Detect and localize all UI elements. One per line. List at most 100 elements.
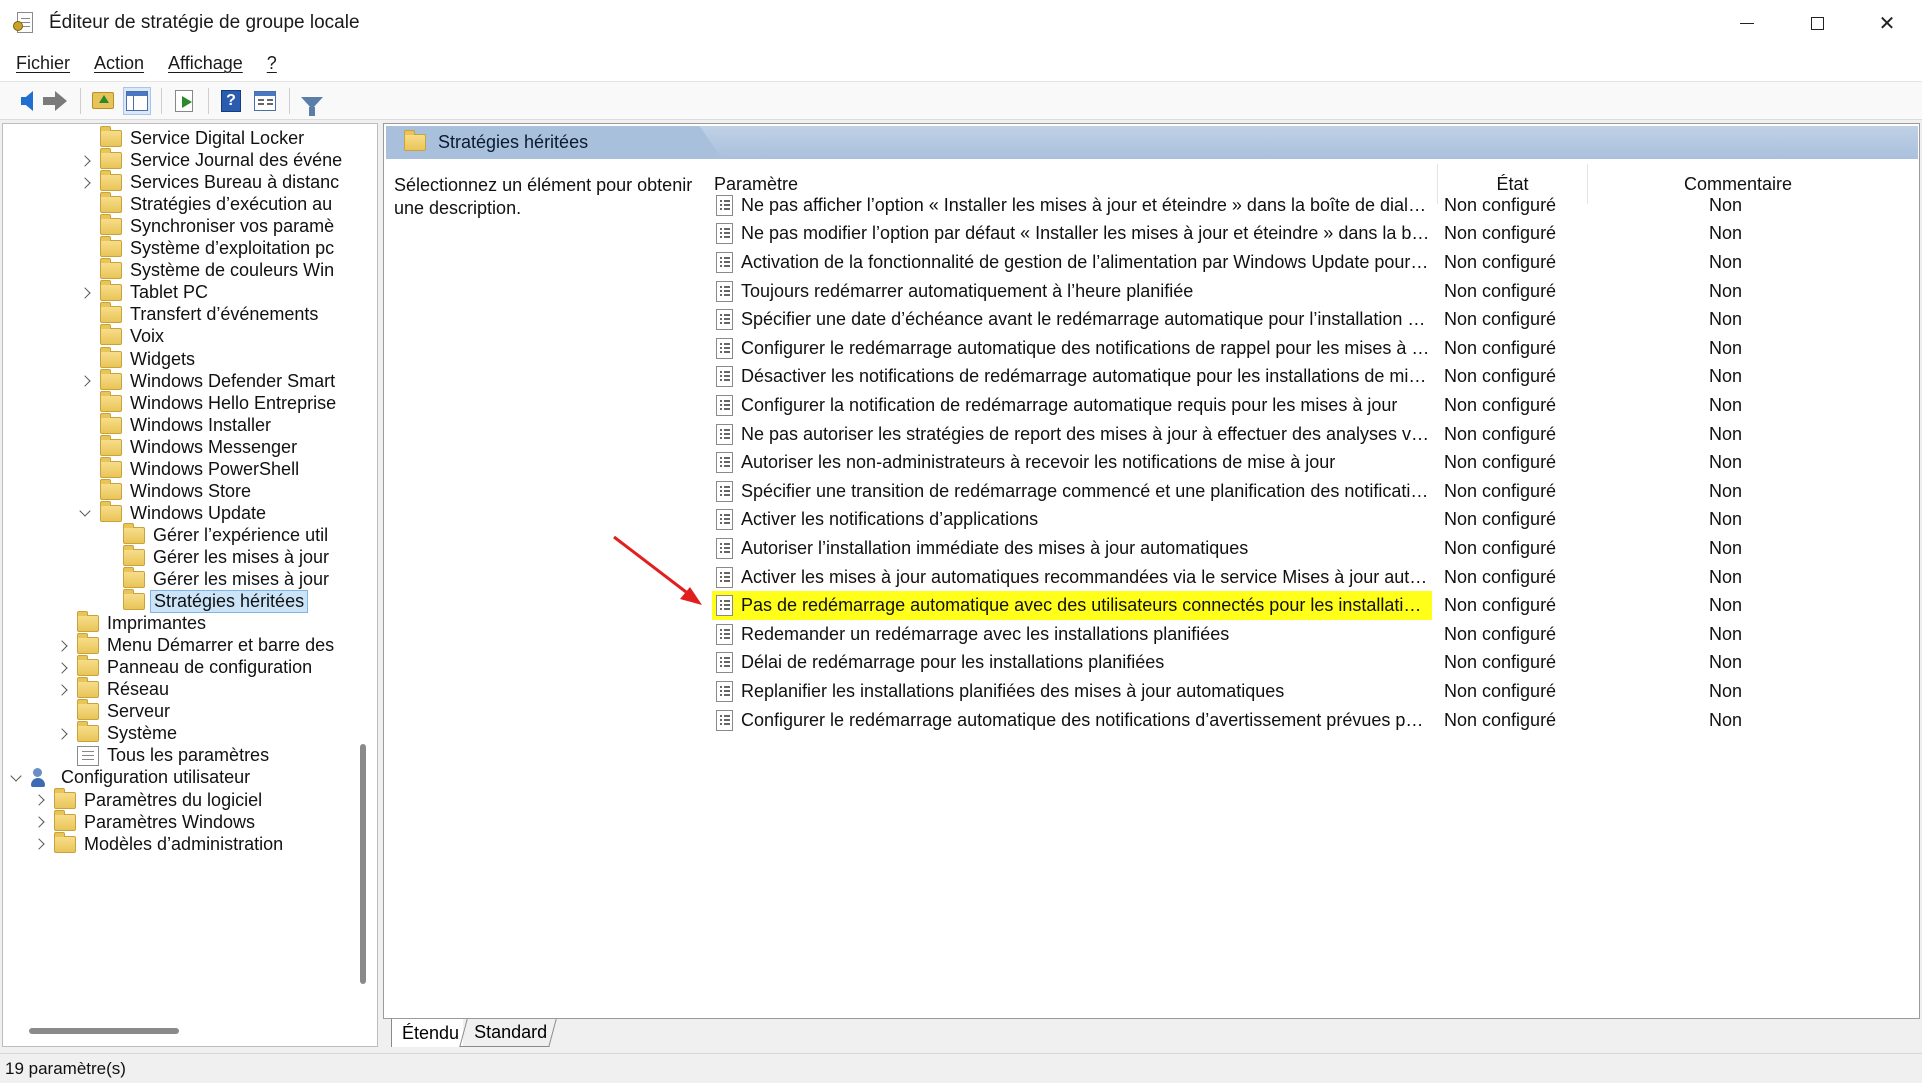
extended-view-button[interactable]: [251, 87, 279, 115]
back-button[interactable]: [8, 87, 36, 115]
cell-parametre[interactable]: Autoriser les non-administrateurs à rece…: [712, 448, 1432, 477]
chevron-right-icon[interactable]: [79, 375, 91, 387]
table-row[interactable]: Spécifier une transition de redémarrage …: [708, 477, 1908, 506]
tree-item[interactable]: Modèles d’administration: [54, 831, 283, 858]
menu-fichier[interactable]: Fichier: [8, 53, 78, 74]
cell-etat: Non configuré: [1444, 480, 1557, 501]
tree-item-label: Système de couleurs Win: [130, 260, 335, 281]
tree-item-label: Windows PowerShell: [130, 458, 300, 479]
table-row[interactable]: Ne pas modifier l’option par défaut « In…: [708, 220, 1908, 249]
export-list-button[interactable]: [170, 87, 198, 115]
table-row[interactable]: Désactiver les notifications de redémarr…: [708, 363, 1908, 392]
cell-parametre[interactable]: Ne pas afficher l’option « Installer les…: [712, 191, 1432, 220]
cell-parametre[interactable]: Configurer la notification de redémarrag…: [712, 391, 1432, 420]
cell-parametre[interactable]: Configurer le redémarrage automatique de…: [712, 706, 1432, 735]
status-bar: 19 paramètre(s): [0, 1053, 1922, 1083]
table-row[interactable]: Configurer le redémarrage automatique de…: [708, 334, 1908, 363]
folder-icon: [77, 677, 99, 699]
cell-commentaire: Non: [1709, 366, 1743, 387]
table-row[interactable]: Redemander un redémarrage avec les insta…: [708, 620, 1908, 649]
table-row[interactable]: Activation de la fonctionnalité de gesti…: [708, 248, 1908, 277]
chevron-right-icon[interactable]: [56, 684, 68, 696]
chevron-right-icon[interactable]: [79, 287, 91, 299]
setting-name: Ne pas afficher l’option « Installer les…: [741, 194, 1431, 215]
cell-parametre[interactable]: Toujours redémarrer automatiquement à l’…: [712, 277, 1432, 306]
policy-setting-icon: [716, 194, 733, 216]
cell-parametre[interactable]: Activer les mises à jour automatiques re…: [712, 563, 1432, 592]
cell-commentaire: Non: [1709, 223, 1743, 244]
cell-parametre[interactable]: Spécifier une date d’échéance avant le r…: [712, 305, 1432, 334]
policy-setting-icon: [716, 337, 733, 359]
users-icon: [31, 767, 53, 788]
table-row[interactable]: Ne pas autoriser les stratégies de repor…: [708, 420, 1908, 449]
folder-icon: [100, 214, 122, 236]
setting-name: Pas de redémarrage automatique avec des …: [741, 595, 1431, 616]
chevron-down-icon[interactable]: [79, 507, 91, 519]
cell-parametre[interactable]: Configurer le redémarrage automatique de…: [712, 334, 1432, 363]
show-hide-tree-button[interactable]: [123, 86, 151, 115]
gpedit-app-icon: [13, 11, 35, 35]
maximize-button[interactable]: [1782, 0, 1852, 46]
table-row[interactable]: Ne pas afficher l’option « Installer les…: [708, 191, 1908, 220]
policy-setting-icon: [716, 680, 733, 702]
cell-parametre[interactable]: Désactiver les notifications de redémarr…: [712, 363, 1432, 392]
forward-button[interactable]: [42, 87, 70, 115]
cell-parametre[interactable]: Spécifier une transition de redémarrage …: [712, 477, 1432, 506]
policy-setting-icon: [716, 623, 733, 645]
menu-bar: Fichier Action Affichage ?: [0, 46, 1922, 81]
menu-help[interactable]: ?: [259, 53, 285, 74]
folder-icon: [100, 192, 122, 214]
chevron-right-icon[interactable]: [56, 728, 68, 740]
tree-horizontal-scrollbar[interactable]: [29, 1028, 179, 1034]
table-row[interactable]: Délai de redémarrage pour les installati…: [708, 649, 1908, 678]
chevron-down-icon[interactable]: [10, 772, 22, 784]
chevron-right-icon[interactable]: [56, 640, 68, 652]
tree-item-label: Voix: [130, 326, 165, 347]
folder-icon: [54, 787, 76, 809]
filter-button[interactable]: [298, 87, 326, 116]
setting-name: Autoriser les non-administrateurs à rece…: [741, 452, 1336, 473]
table-row[interactable]: Pas de redémarrage automatique avec des …: [708, 591, 1908, 620]
menu-affichage[interactable]: Affichage: [160, 53, 251, 74]
help-button[interactable]: ?: [217, 87, 245, 115]
table-row[interactable]: Autoriser l’installation immédiate des m…: [708, 534, 1908, 563]
table-row[interactable]: Configurer le redémarrage automatique de…: [708, 706, 1908, 735]
up-one-level-button[interactable]: [89, 87, 117, 115]
table-row[interactable]: Replanifier les installations planifiées…: [708, 677, 1908, 706]
chevron-right-icon[interactable]: [33, 838, 45, 850]
minimize-button[interactable]: [1712, 0, 1782, 46]
chevron-right-icon[interactable]: [33, 794, 45, 806]
chevron-right-icon[interactable]: [56, 662, 68, 674]
tree-item-label: Widgets: [130, 348, 196, 369]
tree-item-label: Windows Update: [130, 502, 267, 523]
setting-name: Ne pas modifier l’option par défaut « In…: [741, 223, 1431, 244]
cell-parametre[interactable]: Ne pas modifier l’option par défaut « In…: [712, 220, 1432, 249]
cell-parametre[interactable]: Délai de redémarrage pour les installati…: [712, 649, 1432, 678]
table-row[interactable]: Autoriser les non-administrateurs à rece…: [708, 448, 1908, 477]
chevron-right-icon[interactable]: [79, 155, 91, 167]
navigation-tree[interactable]: Service Digital Locker Service Journal de…: [2, 123, 378, 1047]
cell-parametre[interactable]: Pas de redémarrage automatique avec des …: [712, 591, 1432, 620]
table-row[interactable]: Activer les notifications d’applications…: [708, 506, 1908, 535]
close-button[interactable]: ✕: [1852, 0, 1922, 46]
cell-parametre[interactable]: Replanifier les installations planifiées…: [712, 677, 1432, 706]
chevron-right-icon[interactable]: [79, 177, 91, 189]
tab-etendu[interactable]: Étendu: [391, 1019, 463, 1047]
cell-parametre[interactable]: Activation de la fonctionnalité de gesti…: [712, 248, 1432, 277]
tab-standard[interactable]: Standard: [459, 1019, 557, 1047]
cell-commentaire: Non: [1709, 623, 1743, 644]
tree-item-label: Stratégies d’exécution au: [130, 194, 333, 215]
cell-parametre[interactable]: Activer les notifications d’applications: [712, 506, 1432, 535]
tree-vertical-scrollbar[interactable]: [360, 744, 366, 984]
cell-parametre[interactable]: Redemander un redémarrage avec les insta…: [712, 620, 1432, 649]
chevron-right-icon[interactable]: [33, 816, 45, 828]
table-row[interactable]: Configurer la notification de redémarrag…: [708, 391, 1908, 420]
table-row[interactable]: Spécifier une date d’échéance avant le r…: [708, 305, 1908, 334]
folder-icon: [404, 130, 426, 151]
cell-parametre[interactable]: Autoriser l’installation immédiate des m…: [712, 534, 1432, 563]
table-row[interactable]: Toujours redémarrer automatiquement à l’…: [708, 277, 1908, 306]
cell-parametre[interactable]: Ne pas autoriser les stratégies de repor…: [712, 420, 1432, 449]
tree-item-label: Transfert d’événements: [130, 304, 319, 325]
table-row[interactable]: Activer les mises à jour automatiques re…: [708, 563, 1908, 592]
menu-action[interactable]: Action: [86, 53, 152, 74]
